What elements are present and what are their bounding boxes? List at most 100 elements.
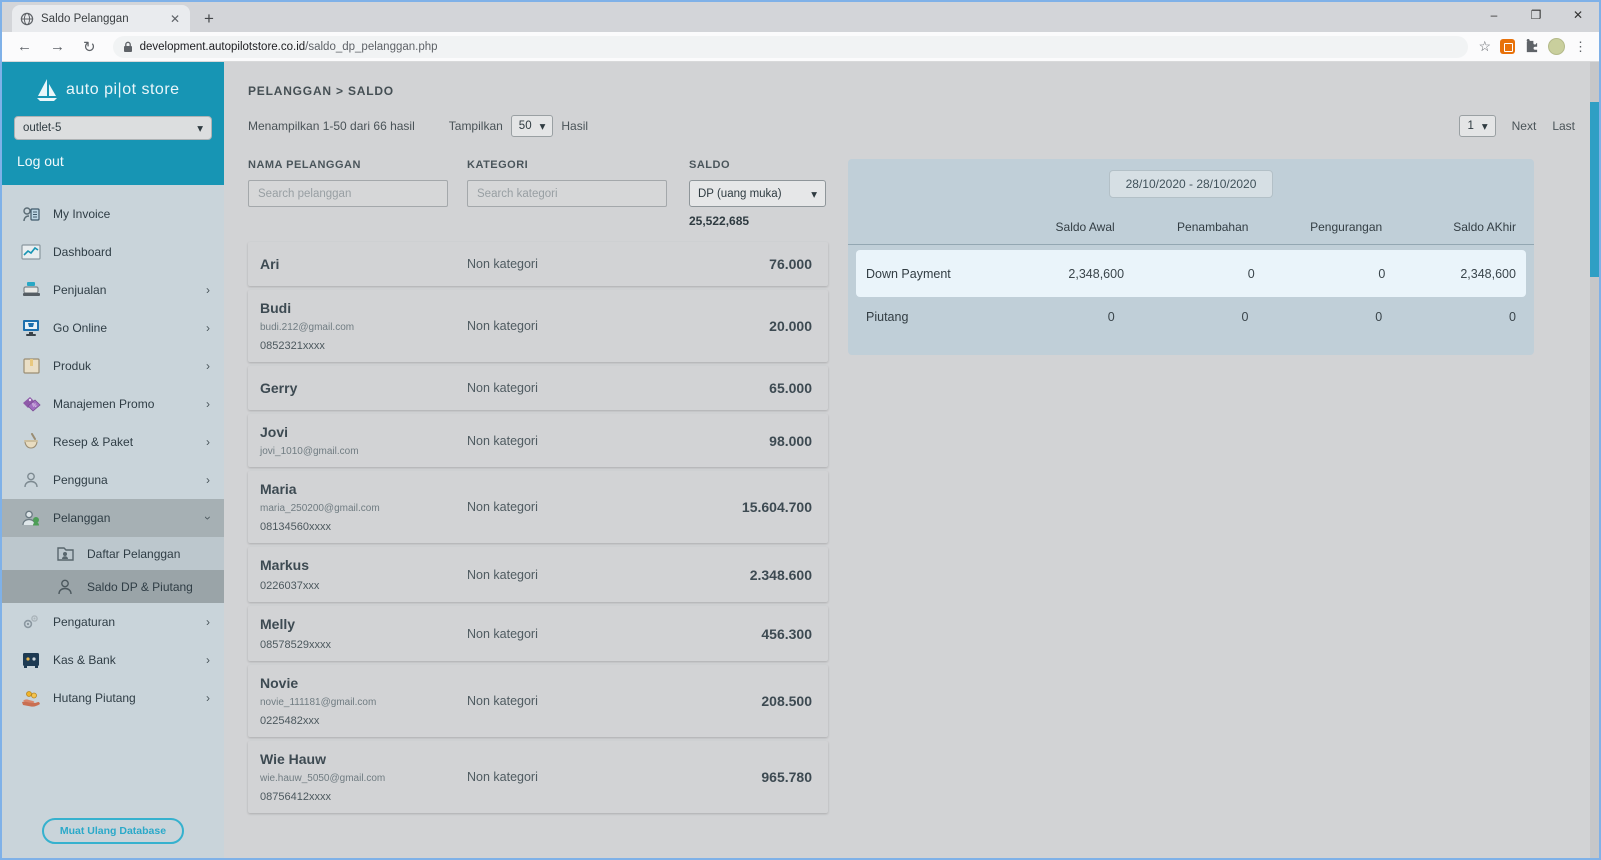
customer-row[interactable]: Ari Non kategori 76.000 bbox=[248, 242, 828, 286]
gears-icon bbox=[20, 612, 42, 632]
person-outline-icon bbox=[54, 577, 76, 597]
column-header-kategori: KATEGORI bbox=[467, 159, 529, 171]
customer-row[interactable]: Novie novie_111181@gmail.com 0225482xxx Non… bbox=[248, 665, 828, 737]
sidebar-item-produk[interactable]: Produk › bbox=[2, 347, 224, 385]
customer-phone: 08134560xxxx bbox=[260, 521, 331, 533]
customer-name: Maria bbox=[260, 481, 297, 497]
sidebar-item-penjualan[interactable]: Penjualan › bbox=[2, 271, 224, 309]
box-icon bbox=[20, 356, 42, 376]
logout-link[interactable]: Log out bbox=[17, 153, 64, 169]
dashboard-icon bbox=[20, 242, 42, 262]
sidebar-item-manajemen-promo[interactable]: % Manajemen Promo › bbox=[2, 385, 224, 423]
sidebar-item-label: Hutang Piutang bbox=[53, 691, 136, 705]
sidebar: auto pi|ot store outlet-5 ▾ Log out My I… bbox=[2, 62, 224, 858]
back-icon[interactable]: ← bbox=[10, 38, 39, 55]
page-size-select[interactable]: 50 ▾ bbox=[510, 115, 554, 137]
sidebar-item-my-invoice[interactable]: My Invoice bbox=[2, 195, 224, 233]
puzzle-extensions-icon[interactable] bbox=[1524, 39, 1539, 54]
page-select[interactable]: 1 ▾ bbox=[1459, 115, 1496, 137]
sidebar-item-resep-paket[interactable]: Resep & Paket › bbox=[2, 423, 224, 461]
customer-row[interactable]: Wie Hauw wie.hauw_5050@gmail.com 08756412x… bbox=[248, 741, 828, 813]
next-page-link[interactable]: Next bbox=[1512, 119, 1537, 133]
invoice-icon bbox=[20, 204, 42, 224]
chevron-right-icon: › bbox=[206, 397, 210, 411]
browser-toolbar: ← → ↻ development.autopilotstore.co.id/s… bbox=[2, 32, 1599, 62]
customer-list: Ari Non kategori 76.000 Budi budi.212@gmail.… bbox=[248, 242, 828, 813]
tampilkan-label: Tampilkan bbox=[448, 119, 503, 133]
date-range-button[interactable]: 28/10/2020 - 28/10/2020 bbox=[1108, 170, 1274, 198]
sidebar-item-kas-bank[interactable]: Kas & Bank › bbox=[2, 641, 224, 679]
sidebar-item-dashboard[interactable]: Dashboard bbox=[2, 233, 224, 271]
profile-avatar[interactable] bbox=[1548, 38, 1565, 55]
search-pelanggan-input[interactable] bbox=[248, 180, 448, 207]
main-content: PELANGGAN > SALDO Menampilkan 1-50 dari … bbox=[224, 62, 1599, 858]
browser-tab[interactable]: Saldo Pelanggan ✕ bbox=[12, 5, 190, 32]
customer-name: Wie Hauw bbox=[260, 751, 326, 767]
reload-database-button[interactable]: Muat Ulang Database bbox=[41, 818, 185, 844]
customer-category: Non kategori bbox=[467, 319, 538, 333]
chevron-right-icon: › bbox=[206, 359, 210, 373]
customer-category: Non kategori bbox=[467, 257, 538, 271]
summary-row-down-payment[interactable]: Down Payment 2,348,600 0 0 2,348,600 bbox=[856, 250, 1526, 297]
customer-row[interactable]: Gerry Non kategori 65.000 bbox=[248, 366, 828, 410]
close-button[interactable]: ✕ bbox=[1557, 2, 1599, 28]
sidebar-item-saldo-dp-piutang[interactable]: Saldo DP & Piutang bbox=[2, 570, 224, 603]
customer-saldo: 15.604.700 bbox=[741, 499, 812, 515]
customer-saldo: 456.300 bbox=[761, 625, 812, 642]
reload-icon[interactable]: ↻ bbox=[76, 38, 103, 56]
sidebar-item-pengguna[interactable]: Pengguna › bbox=[2, 461, 224, 499]
customer-row[interactable]: Jovi jovi_1010@gmail.com Non kategori 98.00… bbox=[248, 414, 828, 467]
column-header-saldo: SALDO bbox=[689, 159, 730, 171]
last-page-link[interactable]: Last bbox=[1552, 119, 1575, 133]
sidebar-item-hutang-piutang[interactable]: Hutang Piutang › bbox=[2, 679, 224, 717]
search-kategori-input[interactable] bbox=[467, 180, 667, 207]
sidebar-item-label: Manajemen Promo bbox=[53, 397, 155, 411]
customer-name: Gerry bbox=[260, 380, 298, 396]
customer-name-cell: Novie novie_111181@gmail.com 0225482xxx bbox=[248, 675, 467, 727]
summary-column-header: Saldo Awal bbox=[1055, 220, 1115, 234]
customer-row[interactable]: Budi budi.212@gmail.com 0852321xxxx Non kat… bbox=[248, 290, 828, 362]
chevron-right-icon: › bbox=[206, 473, 210, 487]
promo-tags-icon: % bbox=[20, 394, 42, 414]
tab-close-icon[interactable]: ✕ bbox=[168, 12, 182, 26]
minimize-button[interactable]: – bbox=[1473, 2, 1515, 28]
customer-email: jovi_1010@gmail.com bbox=[260, 446, 359, 457]
page-scrollbar[interactable] bbox=[1590, 62, 1599, 858]
sidebar-item-go-online[interactable]: Go Online › bbox=[2, 309, 224, 347]
summary-row-value: 0 bbox=[1247, 266, 1255, 281]
maximize-button[interactable]: ❐ bbox=[1515, 2, 1557, 28]
customer-name-cell: Gerry bbox=[248, 380, 467, 396]
sidebar-item-pelanggan[interactable]: Pelanggan › bbox=[2, 499, 224, 537]
new-tab-button[interactable]: + bbox=[198, 9, 220, 29]
summary-row-value: 2,348,600 bbox=[1068, 266, 1125, 281]
customer-name: Markus bbox=[260, 557, 310, 573]
sidebar-item-label: Pelanggan bbox=[53, 511, 111, 525]
customer-saldo: 20.000 bbox=[769, 318, 812, 334]
sidebar-menu: My Invoice Dashboard Penjualan › Go Online › P… bbox=[2, 185, 224, 810]
customer-saldo: 2.348.600 bbox=[749, 566, 812, 583]
customer-row[interactable]: Melly 08578529xxxx Non kategori 456.300 bbox=[248, 606, 828, 661]
extension-orange-icon[interactable] bbox=[1500, 39, 1515, 54]
chrome-menu-icon[interactable]: ⋮ bbox=[1574, 39, 1587, 55]
customer-name-cell: Melly 08578529xxxx bbox=[248, 616, 467, 651]
chevron-right-icon: › bbox=[206, 691, 210, 705]
address-bar[interactable]: development.autopilotstore.co.id/saldo_d… bbox=[112, 35, 1469, 58]
customer-saldo: 98.000 bbox=[769, 432, 812, 449]
scrollbar-thumb[interactable] bbox=[1590, 102, 1599, 277]
summary-column-header: Penambahan bbox=[1177, 220, 1249, 234]
browser-window: Saldo Pelanggan ✕ + – ❐ ✕ ← → ↻ developm… bbox=[0, 0, 1601, 860]
chevron-down-icon: ▾ bbox=[1481, 121, 1488, 133]
summary-row-value: 0 bbox=[1509, 310, 1516, 324]
saldo-type-select[interactable]: DP (uang muka) ▾ bbox=[689, 180, 826, 207]
customer-row[interactable]: Markus 0226037xxx Non kategori 2.348.600 bbox=[248, 547, 828, 602]
sidebar-item-pengaturan[interactable]: Pengaturan › bbox=[2, 603, 224, 641]
page-number: 1 bbox=[1467, 120, 1474, 132]
summary-row-piutang[interactable]: Piutang 0 0 0 0 bbox=[848, 297, 1534, 337]
chevron-right-icon: › bbox=[206, 283, 210, 297]
column-header-nama: NAMA PELANGGAN bbox=[248, 159, 361, 171]
sidebar-item-daftar-pelanggan[interactable]: Daftar Pelanggan bbox=[2, 537, 224, 570]
outlet-select[interactable]: outlet-5 ▾ bbox=[14, 116, 212, 140]
customer-row[interactable]: Maria maria_250200@gmail.com 08134560xxxx N… bbox=[248, 471, 828, 543]
bookmark-star-icon[interactable]: ☆ bbox=[1478, 38, 1491, 55]
forward-icon[interactable]: → bbox=[43, 38, 72, 55]
